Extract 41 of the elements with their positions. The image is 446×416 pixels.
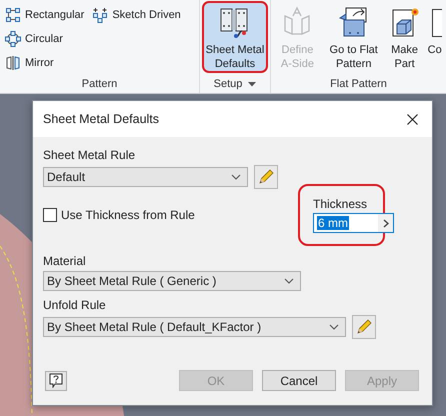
dropdown[interactable]: Default [43,167,248,187]
dropdown[interactable]: By Sheet Metal Rule ( Default_KFactor ) [43,317,346,337]
ribbon-button[interactable]: Make Part [386,1,424,73]
ribbon-button[interactable]: Circular [2,28,88,49]
pencil-icon [257,168,275,186]
ribbon-button[interactable]: Go to Flat Pattern [324,1,384,73]
field-label: Sheet Metal Rule [43,147,136,163]
expand-button[interactable] [378,214,393,232]
ribbon-button[interactable]: Sketch Driven [89,4,184,25]
ribbon-button[interactable]: Sheet Metal Defaults [202,1,268,73]
panel-title: Pattern [82,78,118,90]
checkbox[interactable] [43,208,57,222]
grid-pattern-icon [5,6,21,22]
pencil-icon [355,318,373,336]
ribbon-button[interactable]: Co [426,1,444,73]
field-label: Unfold Rule [43,297,106,313]
ribbon-button[interactable]: Mirror [2,52,88,73]
dropdown[interactable]: By Sheet Metal Rule ( Generic ) [43,271,301,291]
window-title: Sheet Metal Defaults [43,112,160,126]
panel-title: Setup [214,78,242,90]
chevron-down-icon [284,278,294,284]
edit-button[interactable] [254,165,278,189]
panel-title: Flat Pattern [330,78,387,90]
field-label: Thickness [313,196,368,212]
ribbon-button[interactable]: Rectangular [2,4,88,25]
caret-icon[interactable] [248,82,256,86]
edit-button[interactable] [352,315,376,339]
checkbox-label: Use Thickness from Rule [61,208,195,222]
chevron-down-icon [329,324,339,330]
thickness-field[interactable]: 6 mm [313,213,394,233]
help-icon [49,373,63,388]
close-icon [406,114,418,124]
dialog-button[interactable]: Cancel [262,370,336,391]
mirror-icon [5,54,21,70]
document-icon [432,9,442,37]
circular-pattern-icon [5,30,21,46]
field-label: Material [43,253,86,269]
chevron-right-icon [382,218,388,228]
chevron-down-icon [231,174,241,180]
sketch-pattern-icon [92,6,108,22]
help-button[interactable] [45,370,67,390]
